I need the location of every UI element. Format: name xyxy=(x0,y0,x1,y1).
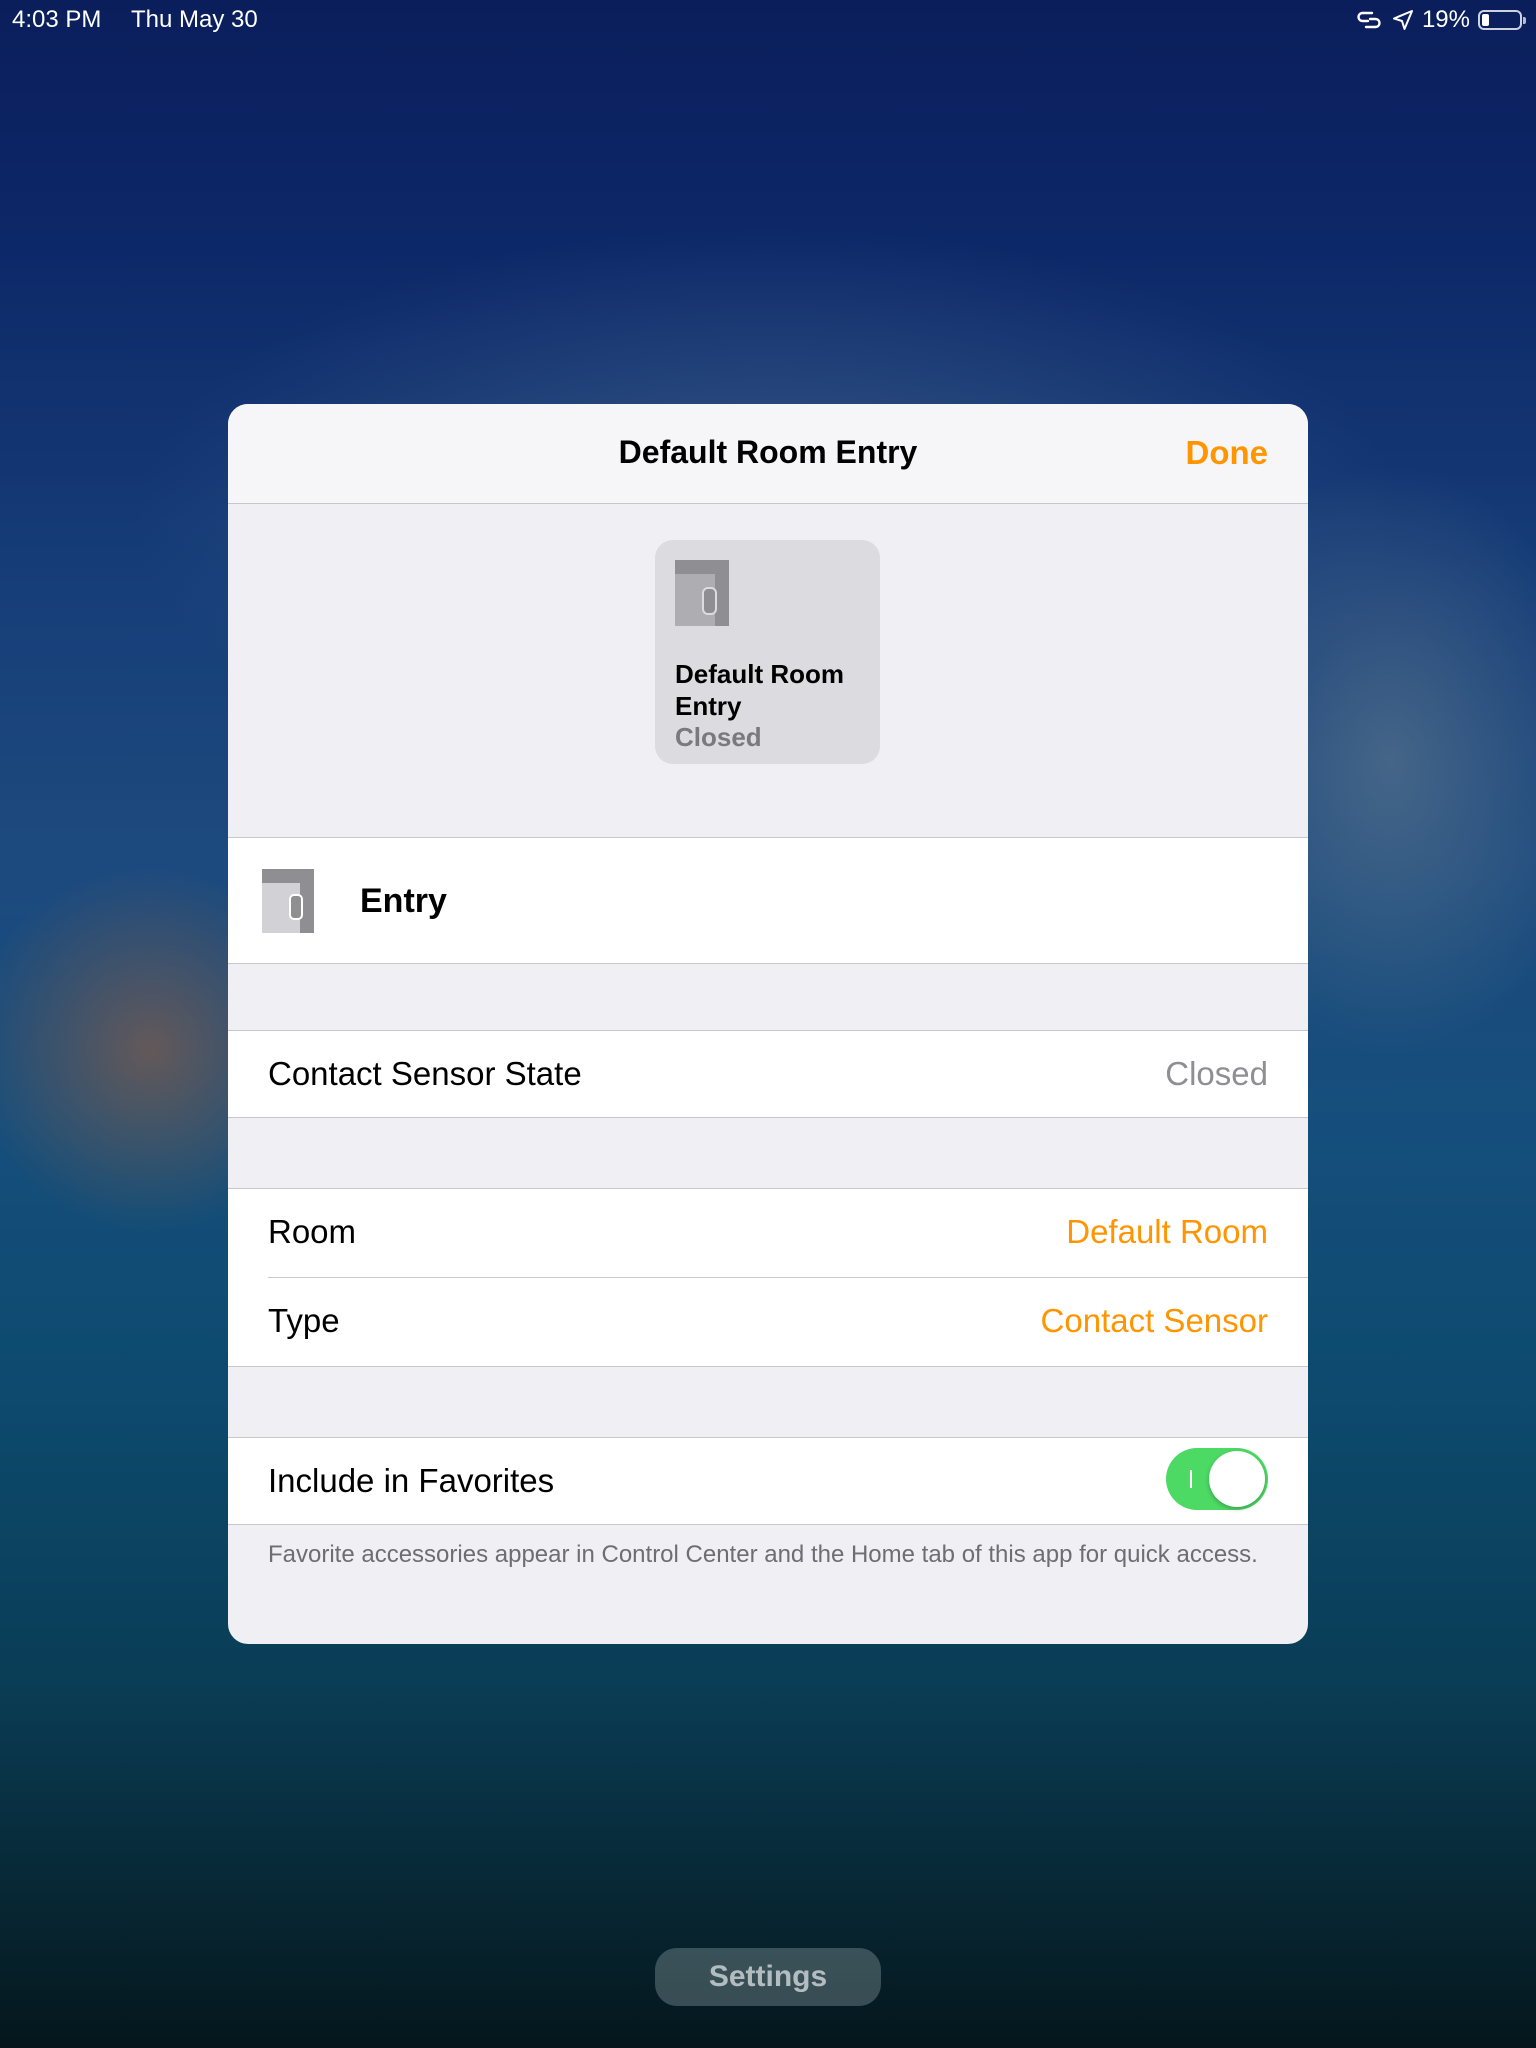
toggle-knob xyxy=(1209,1451,1265,1507)
tile-accessory-name: Default Room Entry xyxy=(675,659,844,721)
toggle-on-mark xyxy=(1190,1470,1192,1488)
battery-icon xyxy=(1478,10,1526,30)
room-row[interactable]: Room Default Room xyxy=(228,1188,1308,1277)
accessory-details-dialog: Default Room Entry Done Default Room Ent… xyxy=(228,404,1308,1644)
accessory-name-field[interactable]: Entry xyxy=(360,882,447,921)
battery-level xyxy=(1482,14,1489,26)
accessory-tile[interactable]: Default Room Entry Closed xyxy=(655,540,880,764)
dialog-title: Default Room Entry xyxy=(618,434,918,470)
status-indicators: 19% xyxy=(1354,6,1526,34)
contact-sensor-state-label: Contact Sensor State xyxy=(268,1055,582,1092)
accessory-name-cell[interactable]: Entry xyxy=(228,837,1308,964)
status-bar: 4:03 PM Thu May 30 19% xyxy=(0,0,1536,40)
room-label: Room xyxy=(268,1213,357,1250)
include-in-favorites-row: Include in Favorites xyxy=(228,1437,1308,1525)
battery-percent: 19% xyxy=(1421,6,1470,33)
contact-sensor-icon xyxy=(262,869,314,933)
include-in-favorites-label: Include in Favorites xyxy=(268,1462,555,1499)
location-arrow-icon xyxy=(1392,10,1413,30)
contact-sensor-icon xyxy=(675,560,729,626)
type-label: Type xyxy=(268,1302,340,1339)
row-separator xyxy=(268,1277,1308,1278)
done-button[interactable]: Done xyxy=(1186,434,1269,472)
contact-sensor-state-row: Contact Sensor State Closed xyxy=(228,1030,1308,1118)
settings-button[interactable]: Settings xyxy=(655,1948,881,2006)
include-in-favorites-toggle[interactable] xyxy=(1166,1448,1268,1510)
type-row[interactable]: Type Contact Sensor xyxy=(228,1277,1308,1367)
type-value[interactable]: Contact Sensor xyxy=(1041,1302,1268,1340)
favorites-footnote: Favorite accessories appear in Control C… xyxy=(268,1541,1258,1568)
screen-mirroring-icon xyxy=(1357,11,1381,29)
contact-sensor-state-value: Closed xyxy=(1165,1055,1268,1092)
tile-accessory-status: Closed xyxy=(675,722,762,752)
status-time: 4:03 PM xyxy=(12,6,102,33)
dialog-navigation-bar: Default Room Entry Done xyxy=(228,404,1308,504)
status-date: Thu May 30 xyxy=(131,6,258,33)
room-value[interactable]: Default Room xyxy=(1066,1213,1268,1251)
